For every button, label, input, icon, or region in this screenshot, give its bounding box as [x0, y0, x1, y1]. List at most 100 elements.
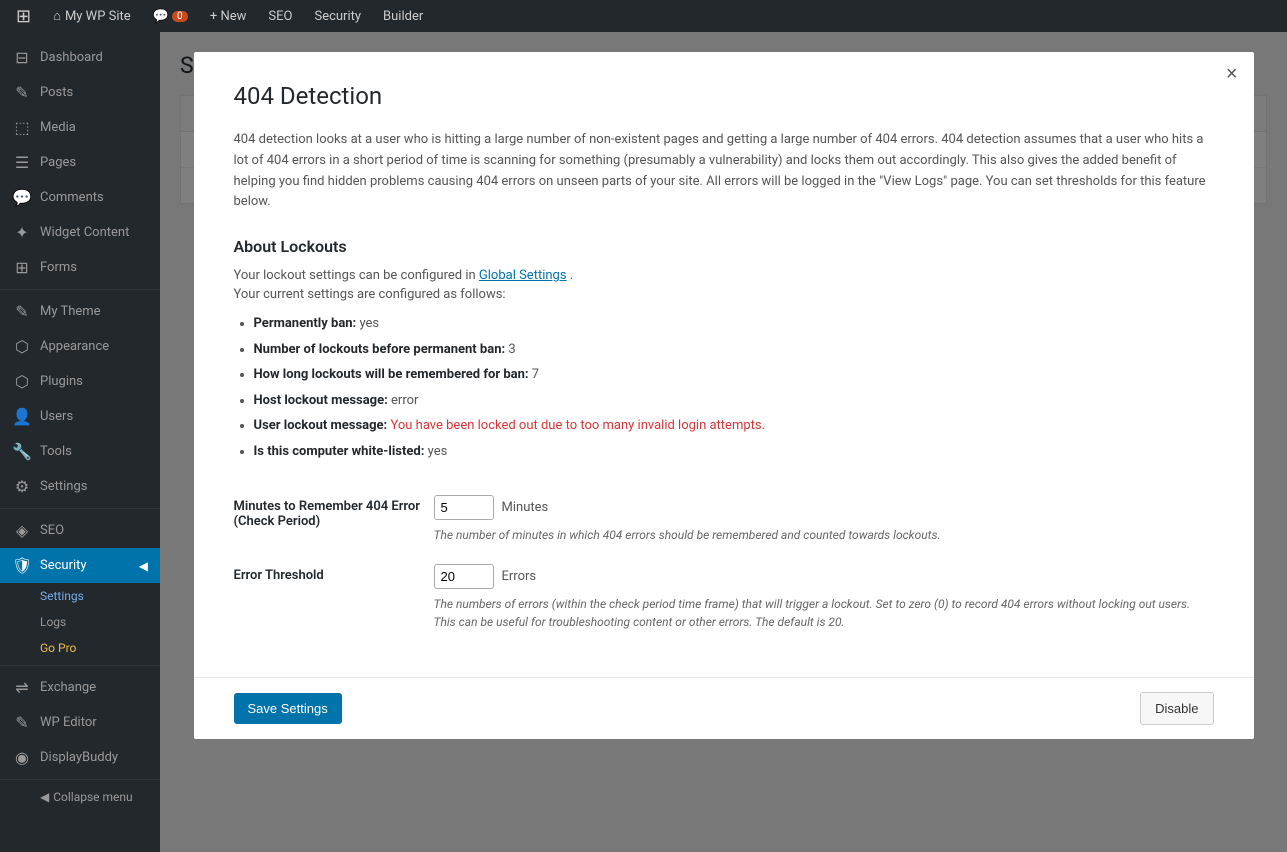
list-item: User lockout message: You have been lock… — [254, 416, 1214, 436]
submenu-go-pro[interactable]: Go Pro — [0, 635, 160, 661]
wp-logo-icon: ⊞ — [16, 6, 31, 27]
collapse-menu-button[interactable]: ◀ Collapse menu — [0, 784, 160, 810]
list-item: Is this computer white-listed: yes — [254, 442, 1214, 462]
comments-button[interactable]: 💬 0 — [145, 0, 196, 32]
sidebar-label-users: Users — [40, 409, 73, 424]
builder-label: Builder — [383, 9, 423, 24]
threshold-input-line: Errors — [434, 564, 1214, 589]
threshold-input[interactable] — [434, 564, 494, 589]
seo-menu-icon: ◈ — [12, 521, 32, 540]
bullet-value-5: yes — [428, 444, 448, 459]
bullet-value-1: 3 — [508, 342, 515, 357]
sidebar-label-wp-editor: WP Editor — [40, 715, 97, 730]
modal-description: 404 detection looks at a user who is hit… — [234, 130, 1214, 213]
sidebar-label-exchange: Exchange — [40, 680, 96, 695]
disable-button[interactable]: Disable — [1140, 692, 1213, 725]
submenu-settings-label: Settings — [40, 589, 84, 603]
sidebar-item-settings[interactable]: ⚙ Settings — [0, 469, 160, 504]
media-icon: ⬚ — [12, 118, 32, 137]
admin-sidebar: ⊟ Dashboard ✎ Posts ⬚ Media ☰ Pages 💬 Co… — [0, 32, 160, 852]
sidebar-item-security[interactable]: 🛡 Security ◀ — [0, 548, 160, 583]
seo-button[interactable]: SEO — [260, 0, 300, 32]
bullet-label-4: User lockout message: — [254, 418, 388, 433]
modal-overlay: × 404 Detection 404 detection looks at a… — [160, 32, 1287, 852]
modal-close-button[interactable]: × — [1226, 64, 1238, 84]
list-item: Number of lockouts before permanent ban:… — [254, 340, 1214, 360]
sidebar-label-pages: Pages — [40, 155, 76, 170]
bullet-value-3: error — [391, 393, 418, 408]
sidebar-label-my-theme: My Theme — [40, 304, 101, 319]
plugins-icon: ⬡ — [12, 372, 32, 391]
site-name-button[interactable]: ⌂ My WP Site — [45, 0, 139, 32]
users-icon: 👤 — [12, 407, 32, 426]
forms-icon: ⊞ — [12, 258, 32, 277]
sidebar-item-comments[interactable]: 💬 Comments — [0, 180, 160, 215]
threshold-unit: Errors — [502, 569, 537, 584]
sidebar-label-plugins: Plugins — [40, 374, 83, 389]
save-settings-button[interactable]: Save Settings — [234, 693, 342, 724]
sidebar-item-tools[interactable]: 🔧 Tools — [0, 434, 160, 469]
list-item: Host lockout message: error — [254, 391, 1214, 411]
submenu-gopro-label: Go Pro — [40, 641, 76, 655]
pages-icon: ☰ — [12, 153, 32, 172]
minutes-label: Minutes to Remember 404 Error (Check Per… — [234, 499, 420, 529]
new-content-button[interactable]: + New — [202, 0, 255, 32]
sidebar-item-my-theme[interactable]: ✎ My Theme — [0, 294, 160, 329]
home-icon: ⌂ — [53, 8, 61, 24]
my-theme-icon: ✎ — [12, 302, 32, 321]
sidebar-label-appearance: Appearance — [40, 339, 109, 354]
sidebar-separator-3 — [0, 665, 160, 666]
sidebar-label-tools: Tools — [40, 444, 72, 459]
minutes-input-line: Minutes — [434, 495, 1214, 520]
sidebar-item-exchange[interactable]: ⇌ Exchange — [0, 670, 160, 705]
bullet-label-1: Number of lockouts before permanent ban: — [254, 342, 506, 357]
sidebar-item-widget-content[interactable]: ✦ Widget Content — [0, 215, 160, 250]
sidebar-item-forms[interactable]: ⊞ Forms — [0, 250, 160, 285]
sidebar-item-displaybuddy[interactable]: ◉ DisplayBuddy — [0, 740, 160, 775]
displaybuddy-icon: ◉ — [12, 748, 32, 767]
sidebar-label-posts: Posts — [40, 85, 73, 100]
bullet-value-2: 7 — [532, 367, 539, 382]
minutes-input[interactable] — [434, 495, 494, 520]
sidebar-item-pages[interactable]: ☰ Pages — [0, 145, 160, 180]
sidebar-item-plugins[interactable]: ⬡ Plugins — [0, 364, 160, 399]
sidebar-item-media[interactable]: ⬚ Media — [0, 110, 160, 145]
comments-menu-icon: 💬 — [12, 188, 32, 207]
appearance-icon: ⬡ — [12, 337, 32, 356]
form-row-minutes: Minutes to Remember 404 Error (Check Per… — [234, 485, 1214, 554]
sidebar-item-dashboard[interactable]: ⊟ Dashboard — [0, 40, 160, 75]
posts-icon: ✎ — [12, 83, 32, 102]
site-name-label: My WP Site — [65, 9, 131, 24]
sidebar-label-seo: SEO — [40, 523, 64, 538]
new-content-label: + New — [210, 9, 247, 24]
sidebar-label-media: Media — [40, 120, 76, 135]
security-arrow-icon: ◀ — [139, 559, 148, 573]
404-detection-modal: × 404 Detection 404 detection looks at a… — [194, 52, 1254, 739]
exchange-icon: ⇌ — [12, 678, 32, 697]
main-content: Security Feature Status Action SSL Stron… — [160, 32, 1287, 852]
submenu-settings[interactable]: Settings — [0, 583, 160, 609]
comments-count: 0 — [172, 11, 188, 22]
sidebar-label-widget-content: Widget Content — [40, 225, 129, 240]
security-adminbar-label: Security — [314, 9, 361, 24]
modal-footer: Save Settings Disable — [194, 677, 1254, 739]
sidebar-separator-4 — [0, 779, 160, 780]
submenu-logs[interactable]: Logs — [0, 609, 160, 635]
dashboard-icon: ⊟ — [12, 48, 32, 67]
sidebar-item-posts[interactable]: ✎ Posts — [0, 75, 160, 110]
sidebar-item-users[interactable]: 👤 Users — [0, 399, 160, 434]
sidebar-item-seo[interactable]: ◈ SEO — [0, 513, 160, 548]
lockout-settings-line1: Your lockout settings can be configured … — [234, 268, 1214, 283]
modal-title: 404 Detection — [234, 82, 1214, 110]
security-adminbar-button[interactable]: Security — [306, 0, 369, 32]
builder-button[interactable]: Builder — [375, 0, 431, 32]
widget-icon: ✦ — [12, 223, 32, 242]
about-lockouts-heading: About Lockouts — [234, 237, 1214, 256]
sidebar-item-appearance[interactable]: ⬡ Appearance — [0, 329, 160, 364]
wp-logo-button[interactable]: ⊞ — [8, 0, 39, 32]
global-settings-link[interactable]: Global Settings — [479, 268, 567, 283]
sidebar-item-wp-editor[interactable]: ✎ WP Editor — [0, 705, 160, 740]
bullet-value-4: You have been locked out due to too many… — [390, 418, 765, 433]
settings-icon: ⚙ — [12, 477, 32, 496]
tools-icon: 🔧 — [12, 442, 32, 461]
